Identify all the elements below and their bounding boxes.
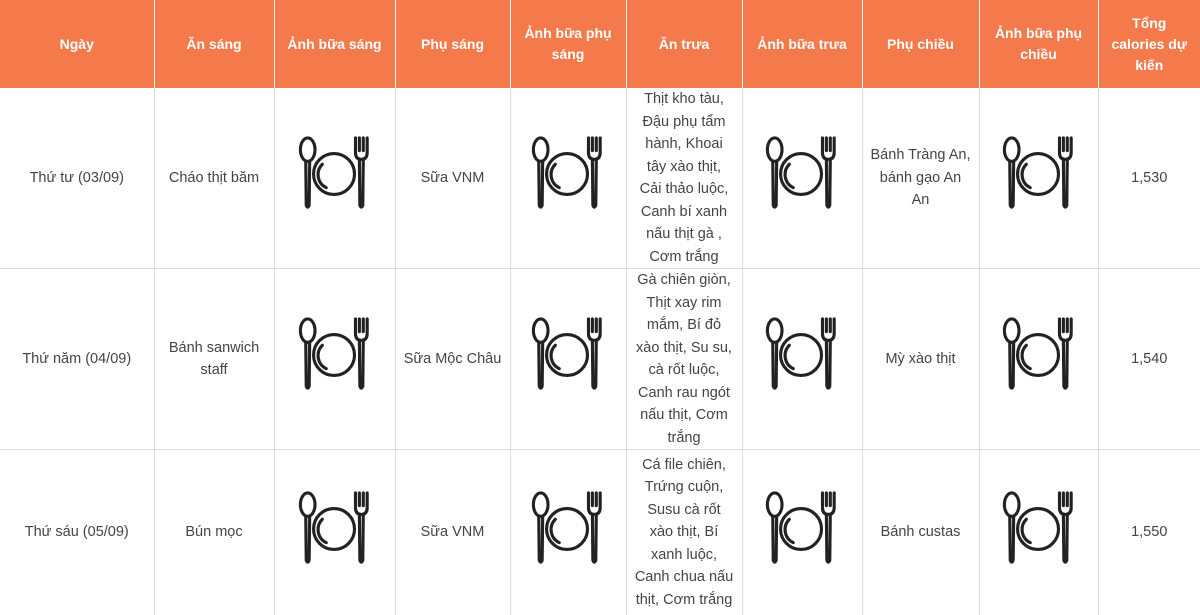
- header-day: Ngày: [0, 0, 155, 88]
- table-row: Thứ năm (04/09) Bánh sanwich staff Sữa M…: [0, 268, 1200, 450]
- plate-fork-spoon-icon: [1000, 489, 1078, 569]
- plate-fork-spoon-icon: [763, 489, 841, 569]
- morning-snack-cell: Sữa VNM: [395, 88, 511, 269]
- breakfast-photo-cell: [274, 268, 396, 450]
- calories-cell: 1,540: [1098, 268, 1200, 450]
- afternoon-snack-photo-cell: [979, 88, 1099, 269]
- morning-snack-cell: Sữa Mộc Châu: [395, 268, 511, 450]
- header-lunch-photo: Ảnh bữa trưa: [742, 0, 863, 88]
- lunch-cell: Gà chiên giòn, Thịt xay rim mắm, Bí đỏ x…: [626, 268, 743, 450]
- lunch-photo-cell: [742, 268, 863, 450]
- day-cell: Thứ tư (03/09): [0, 88, 155, 269]
- calories-cell: 1,530: [1098, 88, 1200, 269]
- afternoon-snack-cell: Bánh Tràng An, bánh gạo An An: [862, 88, 980, 269]
- lunch-cell: Thịt kho tàu, Đậu phụ tẩm hành, Khoai tâ…: [626, 88, 743, 269]
- breakfast-photo-cell: [274, 88, 396, 269]
- morning-snack-photo-cell: [510, 88, 627, 269]
- day-cell: Thứ năm (04/09): [0, 268, 155, 450]
- plate-fork-spoon-icon: [529, 315, 607, 395]
- plate-fork-spoon-icon: [296, 489, 374, 569]
- breakfast-cell: Cháo thịt băm: [154, 88, 275, 269]
- header-afternoon-snack: Phụ chiều: [862, 0, 980, 88]
- plate-fork-spoon-icon: [296, 315, 374, 395]
- header-morning-snack-photo: Ảnh bữa phụ sáng: [510, 0, 627, 88]
- header-afternoon-snack-photo: Ảnh bữa phụ chiều: [979, 0, 1099, 88]
- plate-fork-spoon-icon: [763, 134, 841, 214]
- plate-fork-spoon-icon: [529, 134, 607, 214]
- header-calories: Tổng calories dự kiến: [1098, 0, 1200, 88]
- table-header-row: Ngày Ăn sáng Ảnh bữa sáng Phụ sáng Ảnh b…: [0, 0, 1200, 88]
- meal-plan-table: Ngày Ăn sáng Ảnh bữa sáng Phụ sáng Ảnh b…: [0, 0, 1200, 615]
- plate-fork-spoon-icon: [296, 134, 374, 214]
- plate-fork-spoon-icon: [529, 489, 607, 569]
- morning-snack-photo-cell: [510, 268, 627, 450]
- plate-fork-spoon-icon: [1000, 315, 1078, 395]
- breakfast-cell: Bánh sanwich staff: [154, 268, 275, 450]
- header-lunch: Ăn trưa: [626, 0, 743, 88]
- plate-fork-spoon-icon: [1000, 134, 1078, 214]
- header-breakfast: Ăn sáng: [154, 0, 275, 88]
- afternoon-snack-photo-cell: [979, 268, 1099, 450]
- afternoon-snack-cell: Mỳ xào thịt: [862, 268, 980, 450]
- plate-fork-spoon-icon: [763, 315, 841, 395]
- table-row: Thứ tư (03/09) Cháo thịt băm Sữa VNM Thị…: [0, 88, 1200, 269]
- header-breakfast-photo: Ảnh bữa sáng: [274, 0, 396, 88]
- lunch-photo-cell: [742, 88, 863, 269]
- header-morning-snack: Phụ sáng: [395, 0, 511, 88]
